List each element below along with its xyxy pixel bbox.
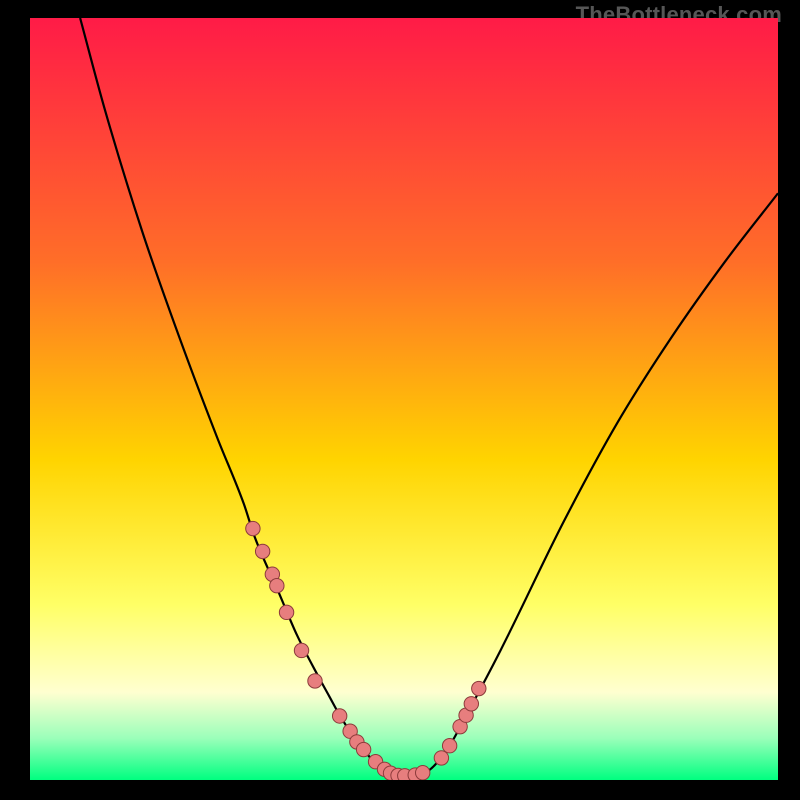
highlight-dot: [356, 742, 370, 756]
highlight-dot: [442, 739, 456, 753]
bottleneck-chart: [30, 18, 778, 780]
highlight-dot: [279, 605, 293, 619]
highlight-dot: [294, 643, 308, 657]
highlight-dot: [434, 751, 448, 765]
highlight-dot: [246, 521, 260, 535]
gradient-background: [30, 18, 778, 780]
plot-area: [30, 18, 778, 780]
highlight-dot: [416, 766, 430, 780]
highlight-dot: [255, 544, 269, 558]
highlight-dot: [464, 697, 478, 711]
highlight-dot: [270, 578, 284, 592]
highlight-dot: [332, 709, 346, 723]
highlight-dot: [472, 681, 486, 695]
highlight-dot: [308, 674, 322, 688]
stage: TheBottleneck.com: [0, 0, 800, 800]
